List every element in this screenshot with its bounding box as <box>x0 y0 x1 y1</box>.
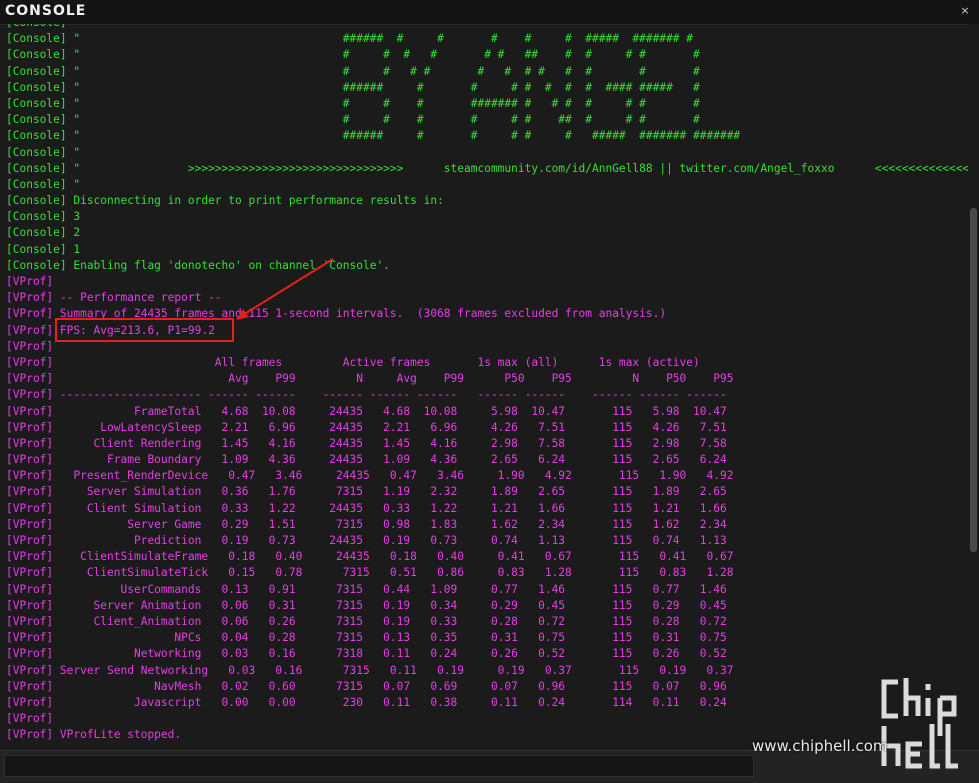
scrollbar[interactable] <box>968 24 979 750</box>
log-line: [VProf] Prediction 0.19 0.73 24435 0.19 … <box>6 534 727 547</box>
log-line: [Console] " >>>>>>>>>>>>>>>>>>>>>>>>>>>>… <box>6 161 968 175</box>
log-line: [VProf] Frame Boundary 1.09 4.36 24435 1… <box>6 453 727 467</box>
log-line: [Console] " <box>6 145 81 159</box>
log-line: [VProf] --------------------- ------ ---… <box>6 388 727 402</box>
log-line: [Console] " # # # # # # ## # # # # # <box>6 48 700 62</box>
log-line: [Console] " ###### # # # # # ##### #####… <box>6 129 741 143</box>
log-line: [VProf] Client Rendering 1.45 4.16 24435… <box>6 436 727 450</box>
scrollbar-thumb[interactable] <box>970 208 977 552</box>
log-line: [VProf] All frames Active frames 1s max … <box>6 355 700 369</box>
log-line: [Console] <box>6 24 968 31</box>
log-line: [VProf] Client_Animation 0.06 0.26 7315 … <box>6 614 727 628</box>
fps-highlight-box <box>55 318 234 342</box>
log-line: [Console] 3 <box>6 210 81 224</box>
log-line: [VProf] <box>6 712 54 726</box>
log-line: [VProf] NavMesh 0.02 0.60 7315 0.07 0.69… <box>6 679 727 693</box>
log-line: [Console] " # # # ####### # # # # # # # <box>6 96 700 110</box>
log-line: [Console] " # # # # # # ## # # # # <box>6 113 700 127</box>
log-line: [Console] Enabling flag 'donotecho' on c… <box>6 258 390 272</box>
log-line: [VProf] Present_RenderDevice 0.47 3.46 2… <box>6 469 734 483</box>
log-line: [Console] " <box>6 177 81 191</box>
window-title: CONSOLE <box>5 3 87 19</box>
title-bar[interactable]: CONSOLE × <box>0 0 979 25</box>
log-line: [VProf] FrameTotal 4.68 10.08 24435 4.68… <box>6 404 727 418</box>
console-log[interactable]: [Console][Console] " ###### # # # # # ##… <box>0 24 968 750</box>
log-line: [Console] " ###### # # # # # ##### #####… <box>6 32 694 46</box>
log-line: [VProf] Server Game 0.29 1.51 7315 0.98 … <box>6 517 727 531</box>
command-input[interactable] <box>4 755 754 777</box>
log-line: [VProf] UserCommands 0.13 0.91 7315 0.44… <box>6 582 727 596</box>
log-line: [VProf] Server Animation 0.06 0.31 7315 … <box>6 598 727 612</box>
watermark-site: www.chiphell.com <box>752 737 888 755</box>
log-line: [VProf] NPCs 0.04 0.28 7315 0.13 0.35 0.… <box>6 631 727 645</box>
log-line: [Console] " ###### # # # # # # # #### ##… <box>6 80 700 94</box>
log-line: [VProf] <box>6 275 54 288</box>
log-line: [VProf] Javascript 0.00 0.00 230 0.11 0.… <box>6 695 727 709</box>
log-line: [VProf] Networking 0.03 0.16 7318 0.11 0… <box>6 647 727 661</box>
close-icon[interactable]: × <box>957 2 973 20</box>
log-line: [VProf] Server Send Networking 0.03 0.16… <box>6 663 734 677</box>
log-line: [Console] " # # # # # # # # # # # # <box>6 64 700 78</box>
log-line: [VProf] Server Simulation 0.36 1.76 7315… <box>6 485 727 499</box>
log-line: [Console] Disconnecting in order to prin… <box>6 194 444 208</box>
log-line: [VProf] ClientSimulateFrame 0.18 0.40 24… <box>6 550 734 564</box>
log-line: [VProf] -- Performance report -- <box>6 291 222 305</box>
log-line: [Console] 2 <box>6 226 81 240</box>
log-line: [VProf] Client Simulation 0.33 1.22 2443… <box>6 501 727 515</box>
log-line: [VProf] LowLatencySleep 2.21 6.96 24435 … <box>6 420 727 434</box>
chiphell-logo-icon <box>881 678 958 769</box>
log-lines: [Console][Console] " ###### # # # # # ##… <box>6 24 968 743</box>
log-line: [Console] 1 <box>6 242 81 256</box>
log-line: [VProf] Avg P99 N Avg P99 P50 P95 N P50 … <box>6 372 734 386</box>
log-line: [VProf] ClientSimulateTick 0.15 0.78 731… <box>6 566 734 580</box>
